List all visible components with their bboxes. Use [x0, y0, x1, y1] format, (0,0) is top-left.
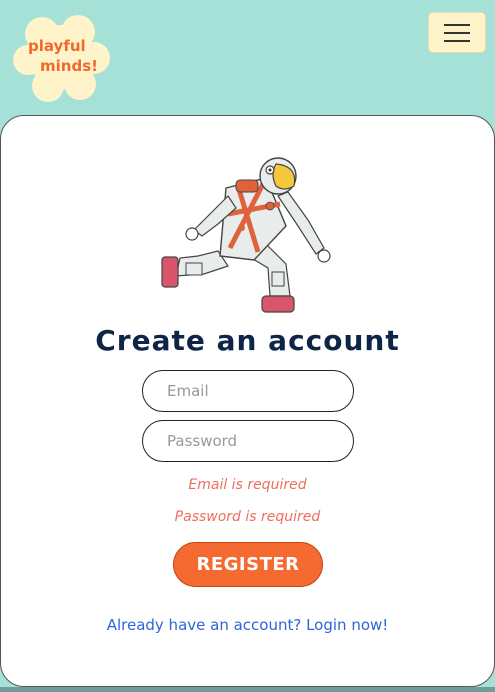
email-error-message: Email is required — [188, 477, 307, 493]
password-field[interactable] — [142, 420, 354, 462]
email-field[interactable] — [142, 370, 354, 412]
page-title: Create an account — [95, 324, 400, 357]
password-error-message: Password is required — [174, 509, 321, 525]
top-navbar: playful minds! — [0, 0, 495, 115]
hamburger-menu-icon — [444, 23, 470, 26]
register-button[interactable]: REGISTER — [173, 542, 323, 587]
bottom-strip — [0, 687, 495, 692]
menu-toggle-button[interactable] — [428, 12, 486, 53]
astronaut-illustration — [161, 157, 331, 313]
logo-line-2: minds! — [40, 57, 98, 75]
logo[interactable]: playful minds! — [12, 12, 110, 102]
logo-line-1: playful — [28, 37, 86, 55]
logo-text: playful minds! — [12, 36, 110, 76]
login-link[interactable]: Already have an account? Login now! — [0, 616, 495, 634]
hamburger-menu-icon-line — [444, 31, 470, 34]
hamburger-menu-icon-line — [444, 39, 470, 42]
